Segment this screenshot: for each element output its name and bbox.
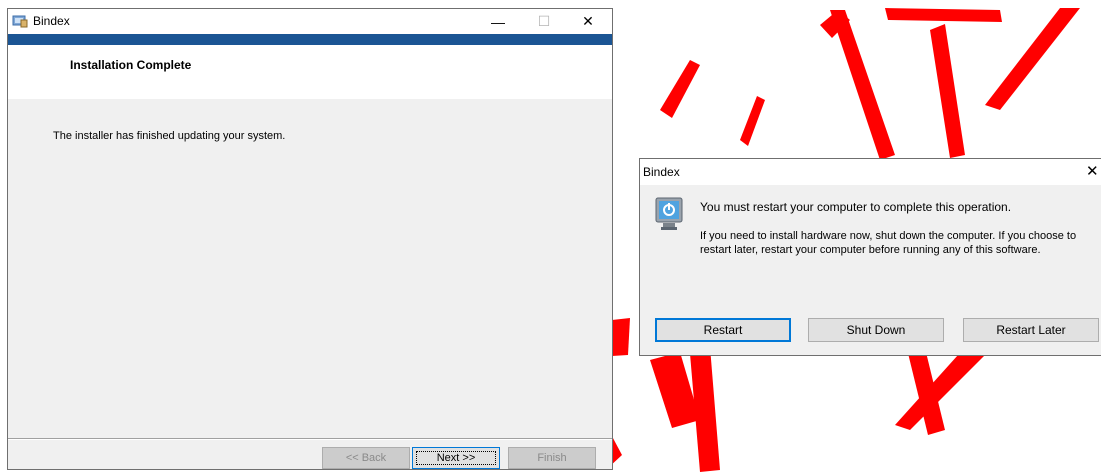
restart-power-icon [655, 197, 683, 230]
installer-titlebar[interactable]: Bindex — ☐ ✕ [8, 9, 612, 34]
focus-rectangle [416, 451, 496, 465]
restart-later-button[interactable]: Restart Later [963, 318, 1099, 342]
minimize-button[interactable]: — [476, 9, 520, 34]
header-area: Installation Complete [8, 45, 612, 99]
dialog-close-button[interactable]: ✕ [1086, 162, 1099, 180]
overlay-stroke [985, 8, 1080, 110]
close-button[interactable]: ✕ [566, 9, 610, 34]
overlay-stroke [612, 318, 630, 356]
back-button[interactable]: << Back [322, 447, 410, 469]
page-title: Installation Complete [70, 58, 192, 72]
overlay-stroke [895, 355, 985, 430]
overlay-stroke [650, 352, 700, 428]
overlay-stroke [930, 24, 965, 158]
completion-message: The installer has finished updating your… [53, 130, 286, 142]
footer-divider-highlight [8, 439, 612, 440]
overlay-stroke [830, 10, 895, 160]
restart-instructions: If you need to install hardware now, shu… [700, 230, 1077, 256]
dialog-titlebar[interactable]: Bindex ✕ [640, 159, 1101, 185]
overlay-stroke [740, 96, 765, 146]
installer-window: Bindex — ☐ ✕ Installation Complete The i… [7, 8, 613, 470]
restart-dialog: Bindex ✕ You must restart your computer … [639, 158, 1101, 356]
dialog-title: Bindex [643, 165, 680, 179]
overlay-stroke [885, 8, 1002, 22]
overlay-stroke [820, 10, 850, 38]
finish-button[interactable]: Finish [508, 447, 596, 469]
restart-button[interactable]: Restart [655, 318, 791, 342]
installer-app-icon [12, 15, 28, 28]
installer-title: Bindex [33, 14, 70, 28]
next-button[interactable]: Next >> [412, 447, 500, 469]
overlay-stroke [660, 60, 700, 118]
restart-required-message: You must restart your computer to comple… [700, 200, 1012, 214]
shut-down-button[interactable]: Shut Down [808, 318, 944, 342]
maximize-button[interactable]: ☐ [522, 9, 566, 34]
header-band [8, 34, 612, 45]
